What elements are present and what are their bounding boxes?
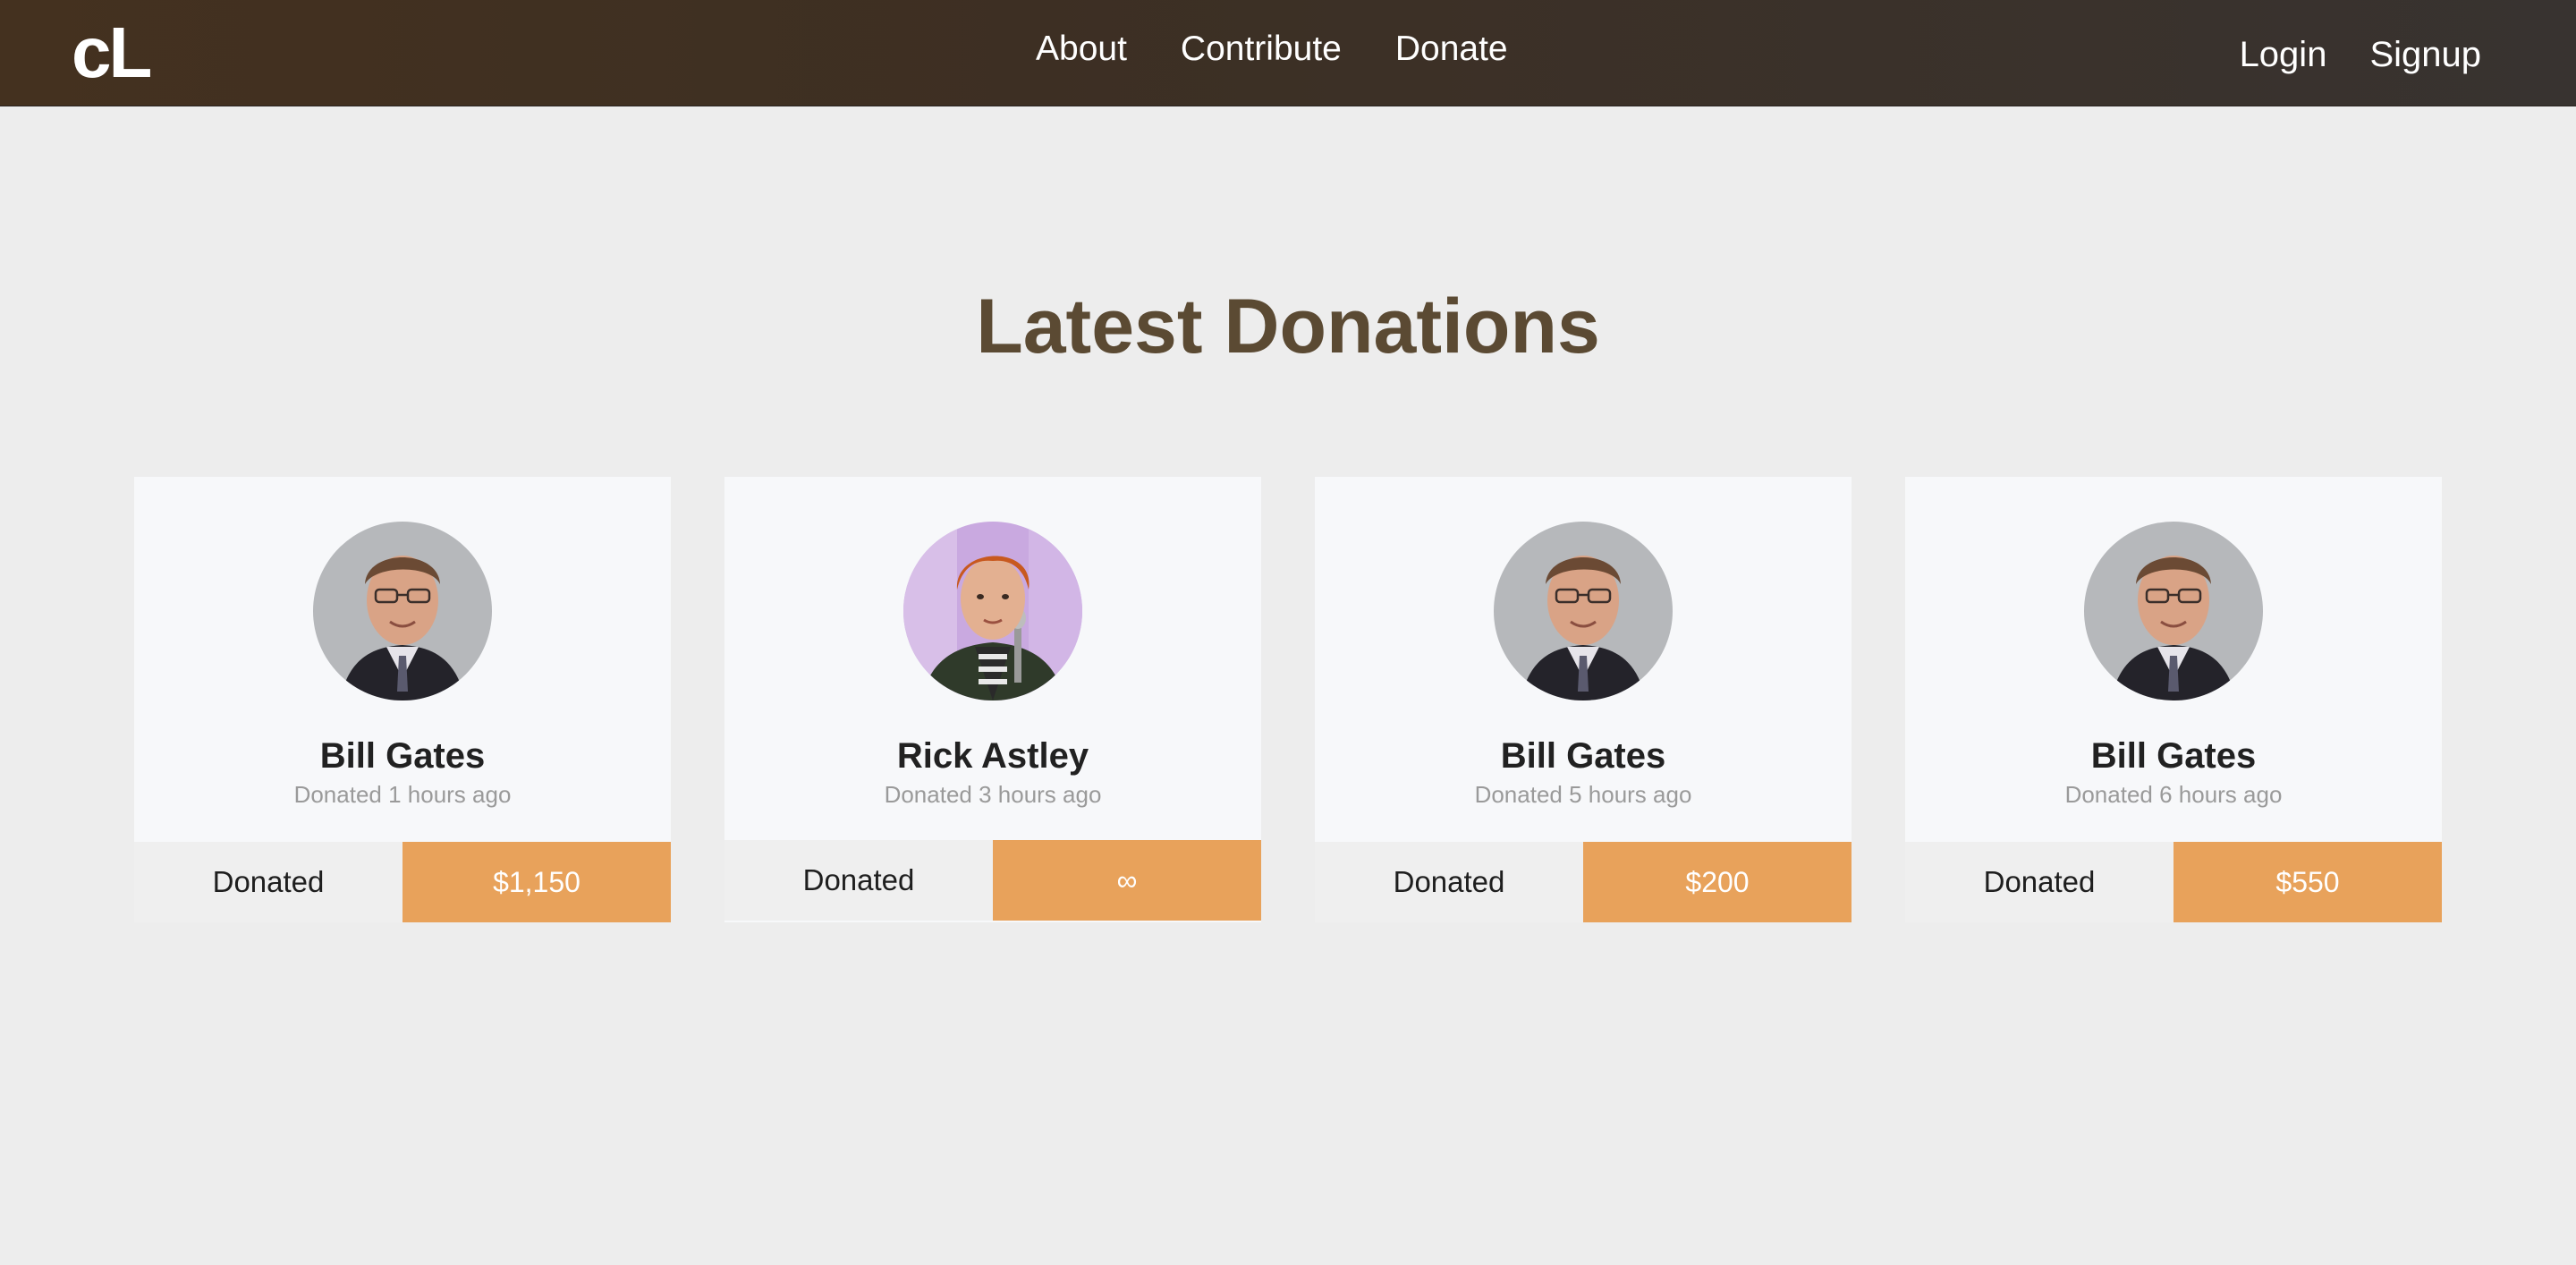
donor-name: Bill Gates bbox=[1500, 736, 1666, 776]
donation-time: Donated 1 hours ago bbox=[293, 781, 512, 808]
nav-link-about[interactable]: About bbox=[1036, 27, 1127, 72]
card-footer: Donated $1,150 bbox=[134, 842, 671, 922]
card-footer: Donated $550 bbox=[1905, 842, 2442, 922]
brand-logo[interactable]: cL bbox=[72, 13, 152, 93]
nav-link-donate[interactable]: Donate bbox=[1395, 27, 1508, 72]
donated-label: Donated bbox=[1315, 842, 1583, 922]
donation-card: Bill Gates Donated 1 hours ago Donated $… bbox=[134, 477, 671, 922]
bill-gates-avatar bbox=[313, 522, 492, 700]
bill-gates-avatar bbox=[1494, 522, 1673, 700]
donation-card: Bill Gates Donated 6 hours ago Donated $… bbox=[1905, 477, 2442, 922]
donation-cards: Bill Gates Donated 1 hours ago Donated $… bbox=[134, 477, 2442, 922]
main-nav: About Contribute Donate bbox=[1036, 27, 1562, 72]
auth-nav: Login Signup bbox=[2197, 32, 2481, 77]
rick-astley-avatar bbox=[903, 522, 1082, 700]
card-footer: Donated ∞ bbox=[724, 840, 1261, 921]
card-footer: Donated $200 bbox=[1315, 842, 1852, 922]
donation-amount: $550 bbox=[2174, 842, 2442, 922]
donation-amount: $200 bbox=[1583, 842, 1852, 922]
donation-time: Donated 6 hours ago bbox=[2064, 781, 2283, 808]
login-link[interactable]: Login bbox=[2240, 32, 2327, 77]
donated-label: Donated bbox=[134, 842, 402, 922]
donor-name: Rick Astley bbox=[896, 736, 1089, 776]
top-navbar: cL About Contribute Donate Login Signup bbox=[0, 0, 2576, 106]
donor-name: Bill Gates bbox=[319, 736, 486, 776]
donation-card: Rick Astley Donated 3 hours ago Donated … bbox=[724, 477, 1261, 922]
page-title: Latest Donations bbox=[976, 284, 1600, 369]
donation-card: Bill Gates Donated 5 hours ago Donated $… bbox=[1315, 477, 1852, 922]
donated-label: Donated bbox=[1905, 842, 2174, 922]
donation-time: Donated 5 hours ago bbox=[1474, 781, 1692, 808]
donation-amount: $1,150 bbox=[402, 842, 671, 922]
donated-label: Donated bbox=[724, 840, 993, 921]
signup-link[interactable]: Signup bbox=[2369, 32, 2481, 77]
donation-amount: ∞ bbox=[993, 840, 1261, 921]
nav-link-contribute[interactable]: Contribute bbox=[1181, 27, 1342, 72]
bill-gates-avatar bbox=[2084, 522, 2263, 700]
donation-time: Donated 3 hours ago bbox=[884, 781, 1102, 808]
donor-name: Bill Gates bbox=[2090, 736, 2257, 776]
